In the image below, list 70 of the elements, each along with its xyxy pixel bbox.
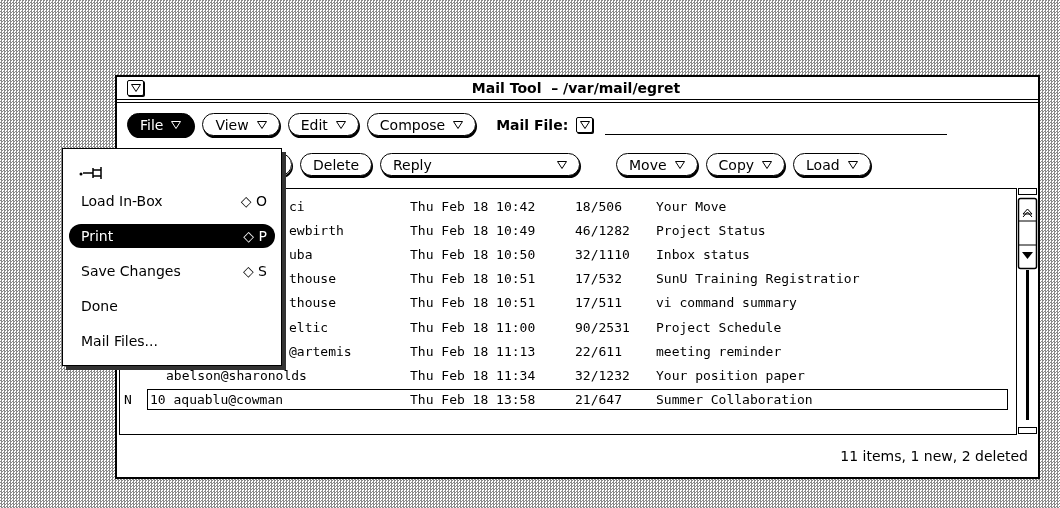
caret-icon <box>335 120 346 129</box>
caret-icon <box>579 120 590 129</box>
subject-cell: meeting reminder <box>656 343 782 359</box>
subject-cell: Your position paper <box>656 367 805 383</box>
date-cell-text: Thu Feb 18 10:50 <box>410 246 537 262</box>
caret-icon <box>171 120 182 129</box>
window-title: Mail Tool – /var/mail/egret <box>470 80 682 96</box>
menu-item[interactable]: Save Changes ◇ S <box>69 259 275 283</box>
date-cell-text: Thu Feb 18 11:34 <box>410 367 537 383</box>
field-label: Mail File: <box>496 116 569 133</box>
caret-icon <box>674 160 685 169</box>
subject-cell: Project Schedule <box>656 319 782 335</box>
status-label: N <box>124 392 132 408</box>
menu-item[interactable]: Print ◇ P <box>69 224 275 248</box>
window-menu-button[interactable] <box>127 80 144 96</box>
message-row[interactable]: 10 aquablu@cowman Thu Feb 18 13:58 21/647 Summer Collaboration <box>147 389 1008 411</box>
caret-icon <box>847 160 858 169</box>
size-cell-text: 17/532 <box>575 271 623 287</box>
menu-button[interactable]: File <box>127 113 195 136</box>
toolbar-button[interactable]: Load <box>793 153 871 176</box>
sender-text: ewbirth <box>289 222 344 238</box>
size-cell-text: 18/506 <box>575 198 623 214</box>
sender-text: ci <box>289 198 305 214</box>
toolbar-button[interactable]: Copy <box>705 153 786 176</box>
size-cell-text: 22/611 <box>575 343 623 359</box>
menu-item[interactable]: Load In-Box ◇ O <box>69 189 275 213</box>
date-cell-text: Thu Feb 18 10:51 <box>410 295 537 311</box>
date-cell-text: Thu Feb 18 10:51 <box>410 271 537 287</box>
scrollbar[interactable] <box>1017 188 1038 435</box>
size-cell-text: 17/511 <box>575 295 623 311</box>
size-cell-text: 46/1282 <box>575 222 631 238</box>
size-cell-text: 21/647 <box>575 392 623 408</box>
sender-text: thouse <box>289 295 336 311</box>
menu-item[interactable]: Mail Files... <box>69 329 275 353</box>
sender-text: @artemis <box>289 343 352 359</box>
status-text: 11 items, 1 new, 2 deleted <box>840 448 1028 464</box>
size-cell-text: 32/1232 <box>575 367 631 383</box>
subject-cell: Your Move <box>656 198 727 214</box>
sender-text: abelson@sharonolds <box>166 367 307 383</box>
menu-button[interactable]: Edit <box>287 113 359 136</box>
date-cell-text: Thu Feb 18 11:00 <box>410 319 537 335</box>
sender-text: uba <box>289 246 313 262</box>
subject-cell: vi command summary <box>656 295 797 311</box>
sender-text: thouse <box>289 271 336 287</box>
caret-icon <box>762 160 773 169</box>
menu-button[interactable]: Compose <box>366 113 477 136</box>
toolbar-button[interactable]: Delete <box>300 153 372 176</box>
date-cell-text: Thu Feb 18 10:42 <box>410 198 537 214</box>
message-row[interactable]: abelson@sharonolds Thu Feb 18 11:34 32/1232 Your position paper <box>147 364 1008 386</box>
sender-text: eltic <box>289 319 329 335</box>
caret-icon <box>453 120 464 129</box>
dropdown-button[interactable] <box>576 116 594 133</box>
toolbar-button[interactable]: Reply <box>380 153 580 176</box>
date-cell-text: Thu Feb 18 11:13 <box>410 343 537 359</box>
subject-cell: Summer Collaboration <box>656 392 813 408</box>
subject-cell: SunU Training Registratior <box>656 271 860 287</box>
caret-icon <box>557 160 567 169</box>
date-cell-text: Thu Feb 18 13:58 <box>410 392 537 408</box>
size-cell-text: 32/1110 <box>575 246 631 262</box>
menu-button[interactable]: View <box>202 113 280 136</box>
subject-cell: Inbox status <box>656 246 750 262</box>
date-cell-text: Thu Feb 18 10:49 <box>410 222 537 238</box>
toolbar-button[interactable]: Move <box>616 153 698 176</box>
menu-item[interactable]: Done <box>69 294 275 318</box>
caret-icon <box>256 120 267 129</box>
subject-cell: Project Status <box>656 222 766 238</box>
sender-text: 10 aquablu@cowman <box>150 392 284 408</box>
caret-icon <box>130 84 141 92</box>
size-cell-text: 90/2531 <box>575 319 631 335</box>
pushpin-icon <box>79 165 105 179</box>
